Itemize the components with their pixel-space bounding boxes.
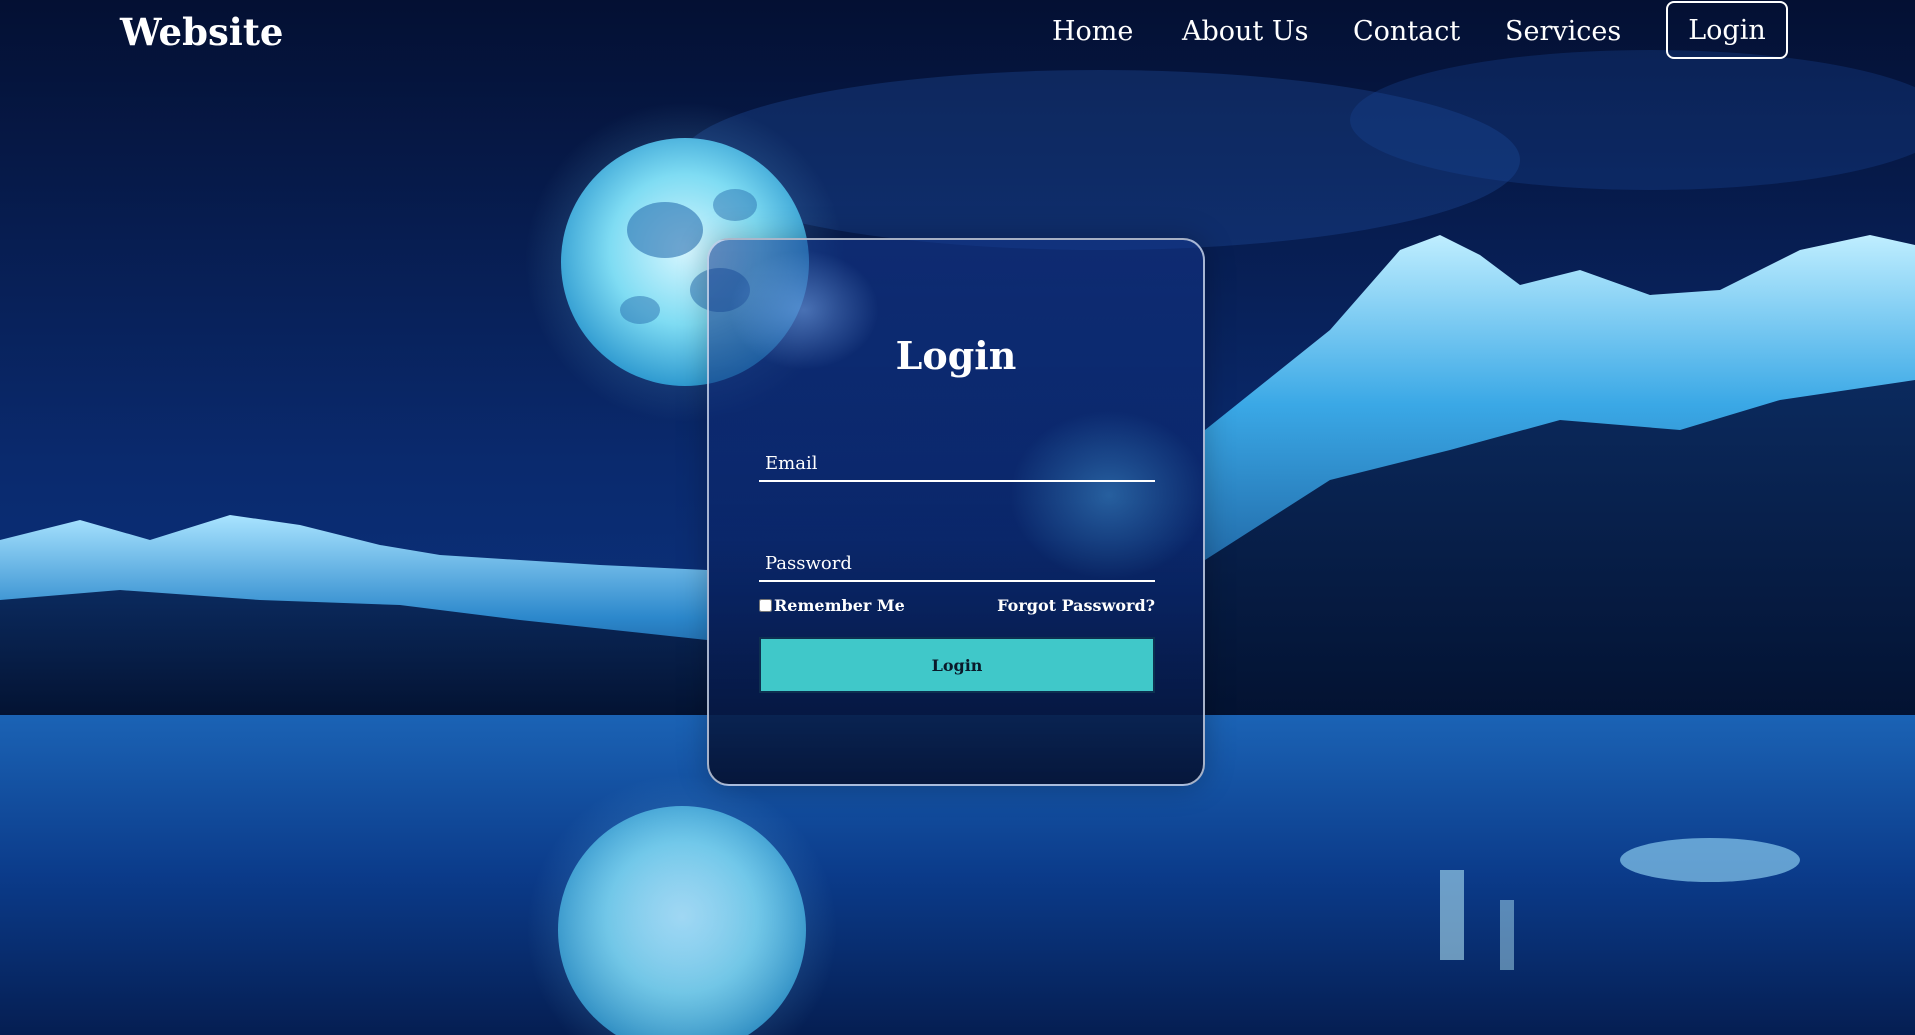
email-field-wrapper xyxy=(759,438,1155,482)
remember-me-checkbox[interactable] xyxy=(759,599,772,612)
email-input[interactable] xyxy=(759,438,1155,480)
remember-me-label: Remember Me xyxy=(774,596,905,615)
forgot-password-link[interactable]: Forgot Password? xyxy=(997,596,1155,615)
nav-login-button[interactable]: Login xyxy=(1666,1,1788,59)
nav-contact-link[interactable]: Contact xyxy=(1353,12,1460,52)
nav-about-us-link[interactable]: About Us xyxy=(1182,12,1308,52)
login-submit-button[interactable]: Login xyxy=(759,637,1155,693)
login-title: Login xyxy=(895,333,1017,378)
nav-home-link[interactable]: Home xyxy=(1052,12,1133,52)
form-options-row: Remember Me Forgot Password? xyxy=(759,596,1155,620)
password-input[interactable] xyxy=(759,538,1155,580)
nav-services-link[interactable]: Services xyxy=(1505,12,1621,52)
login-card: Login Remember Me Forgot Password? Login xyxy=(707,238,1205,786)
remember-me[interactable]: Remember Me xyxy=(759,596,905,615)
site-logo[interactable]: Website xyxy=(120,6,283,58)
login-page: Website Home About Us Contact Services L… xyxy=(0,0,1915,1035)
password-field-wrapper xyxy=(759,538,1155,582)
top-navigation: Website Home About Us Contact Services L… xyxy=(0,0,1915,64)
